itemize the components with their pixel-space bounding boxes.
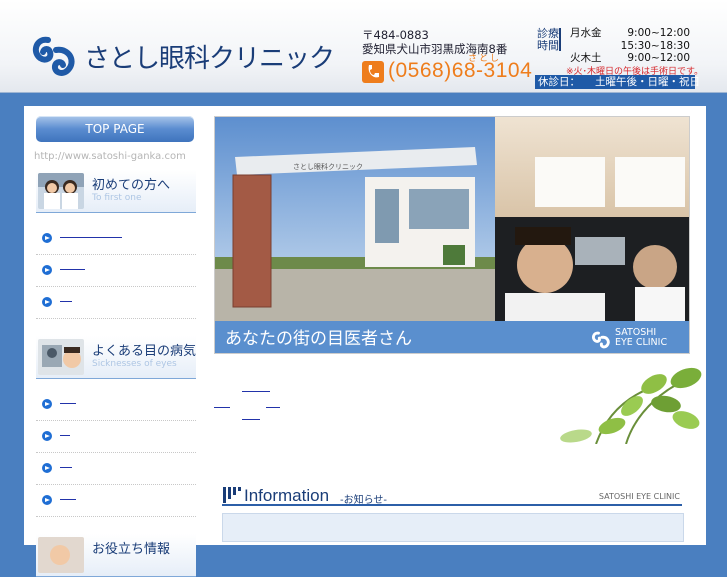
top-page-button[interactable]: TOP PAGE (36, 116, 194, 142)
link-underline[interactable] (60, 301, 72, 302)
closed-days: 土曜午後・日曜・祝日 (595, 76, 700, 88)
information-brand: SATOSHI EYE CLINIC (598, 492, 680, 501)
logo-line: EYE CLINIC (615, 337, 668, 348)
arrow-bullet-icon (42, 265, 52, 275)
sidebar-link[interactable] (36, 287, 196, 319)
hours-row: 15:30~18:30 (570, 40, 690, 53)
information-subtitle: -お知らせ- (340, 495, 388, 506)
link-underline[interactable] (60, 467, 72, 468)
site-header: さとし眼科クリニック 〒484-0883 愛知県犬山市羽黒成海南8番 さとし (… (0, 0, 727, 93)
sidebar-link[interactable] (36, 255, 196, 287)
sidebar-link[interactable] (36, 485, 196, 517)
link-underline[interactable] (60, 237, 122, 238)
eye-exam-photo-icon (38, 339, 84, 375)
section-title: よくある目の病気 (92, 344, 197, 359)
hero-caption-bar: あなたの街の目医者さん SATOSHI EYE CLINIC (215, 321, 689, 353)
sidebar-link[interactable] (36, 453, 196, 485)
section-first-visit[interactable]: 初めての方へ To first one (36, 170, 196, 213)
closed-label: 休診日： (538, 76, 580, 88)
news-link[interactable] (214, 407, 230, 408)
arrow-bullet-icon (42, 297, 52, 307)
news-link[interactable] (266, 407, 280, 408)
arrow-bullet-icon (42, 233, 52, 243)
clinic-logo[interactable] (30, 30, 78, 78)
hours-time: 9:00~12:00 (627, 52, 690, 64)
plant-decoration-icon (560, 367, 702, 444)
information-header: Information -お知らせ- SATOSHI EYE CLINIC (222, 482, 682, 506)
hours-row: 火木土 9:00~12:00 (570, 52, 690, 65)
phone-icon (362, 61, 384, 83)
closed-days-bar: 休診日： 土曜午後・日曜・祝日 (535, 75, 700, 89)
clinic-photo-collage: さとし眼科クリニック (215, 117, 689, 321)
sidebar-link[interactable] (36, 223, 196, 255)
hours-time: 9:00~12:00 (627, 27, 690, 39)
sidebar-link[interactable] (36, 421, 196, 453)
link-underline[interactable] (60, 435, 70, 436)
section-title: 初めての方へ (92, 178, 171, 193)
postal-code: 〒484-0883 (362, 28, 429, 42)
arrow-bullet-icon (42, 399, 52, 409)
news-link[interactable] (242, 419, 260, 420)
sidebar-link[interactable] (36, 389, 196, 421)
link-underline[interactable] (60, 499, 76, 500)
clinic-name: さとし眼科クリニック (84, 44, 335, 74)
building-sign: さとし眼科クリニック (293, 162, 363, 171)
arrow-bullet-icon (42, 431, 52, 441)
news-link[interactable] (242, 391, 270, 392)
section-common-diseases[interactable]: よくある目の病気 Sicknesses of eyes (36, 336, 196, 379)
information-title: Information (244, 486, 330, 505)
main-content-panel: TOP PAGE http://www.satoshi-ganka.com 初め… (24, 106, 706, 577)
hero-logo-text: SATOSHI EYE CLINIC (615, 328, 667, 348)
clinic-logo-small-icon (591, 331, 610, 349)
section-subtitle: Sicknesses of eyes (92, 359, 177, 369)
sidebar: TOP PAGE http://www.satoshi-ganka.com 初め… (24, 106, 200, 577)
hours-days: 火木土 (570, 52, 602, 64)
link-underline[interactable] (60, 403, 76, 404)
section-useful-info[interactable]: お役立ち情報 (36, 534, 196, 577)
info-photo-icon (38, 537, 84, 573)
hours-row: 月水金 9:00~12:00 (570, 27, 690, 40)
hero-banner: さとし眼科クリニック あなたの街の目医者さん SATOSHI EYE CLINI… (214, 116, 690, 354)
section-title: お役立ち情報 (92, 542, 171, 557)
information-box (222, 513, 684, 542)
hours-time: 15:30~18:30 (620, 39, 690, 52)
hours-label: 診療時間 (537, 27, 561, 52)
phone-number[interactable]: (0568)68-3104 (388, 59, 532, 83)
staff-photo-icon (38, 173, 84, 209)
hours-days: 月水金 (570, 27, 602, 39)
arrow-bullet-icon (42, 463, 52, 473)
section-subtitle: To first one (92, 193, 142, 203)
info-stripes-icon (223, 487, 241, 503)
site-url: http://www.satoshi-ganka.com (34, 151, 186, 162)
link-underline[interactable] (60, 269, 85, 270)
hero-caption: あなたの街の目医者さん (225, 329, 412, 349)
hours-table: 月水金 9:00~12:00 15:30~18:30 火木土 9:00~12:00 (570, 27, 690, 65)
arrow-bullet-icon (42, 495, 52, 505)
